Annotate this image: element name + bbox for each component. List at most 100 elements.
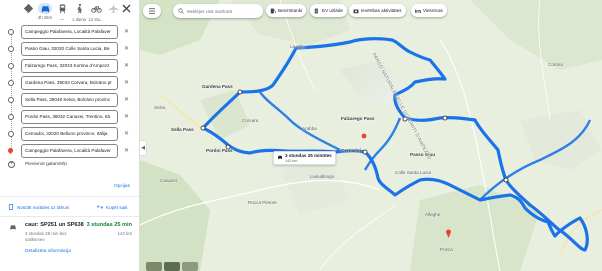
link-icon	[97, 205, 103, 209]
chip-label: Ievērības aktivitātes	[361, 8, 402, 13]
add-destination-label: Pievienot galamērķi	[25, 161, 67, 167]
waypoint-8: Campeggio Palafavera, Località Palafaver…	[0, 144, 139, 158]
waypoint-dot-icon	[8, 63, 14, 69]
waypoint-2: Passo Giau, 32020 Colle Santa Lucia, Be …	[0, 42, 139, 56]
train-icon	[57, 3, 68, 16]
route-traffic-note: 3 stundas 25 min bez satiksmes	[25, 231, 67, 242]
waypoint-input-8[interactable]: Campeggio Palafavera, Località Palafaver	[21, 144, 118, 158]
place-label[interactable]: Arabba	[302, 126, 317, 131]
mode-car[interactable]: 3h 25m	[37, 3, 53, 23]
car-icon	[10, 225, 16, 230]
place-label[interactable]: Sella Pass	[171, 127, 194, 132]
place-label[interactable]: Colle Santa Lucia	[395, 170, 431, 175]
copy-link-label: Kopēt saiti	[106, 204, 128, 210]
place-label[interactable]: Pozza	[440, 247, 453, 252]
add-destination-button[interactable]: + Pievienot galamērķi	[8, 159, 67, 169]
waypoint-dot-icon	[8, 80, 14, 86]
plus-icon: +	[8, 160, 15, 168]
waypoint-dot-icon	[8, 114, 14, 120]
photo-thumbnail[interactable]	[146, 262, 162, 271]
mode-flight[interactable]	[105, 3, 121, 23]
ev-charging-icon	[314, 8, 318, 13]
remove-waypoint-icon[interactable]: ✕	[124, 29, 129, 35]
mode-transit[interactable]: —	[54, 3, 70, 23]
close-icon[interactable]	[121, 3, 132, 14]
route-search-box[interactable]: Meklējiet visā maršrutā	[173, 4, 263, 18]
diamond-icon	[23, 3, 34, 16]
place-label[interactable]: Canazei	[160, 178, 177, 183]
menu-icon	[149, 8, 155, 14]
waypoint-5: Sella Pass, 39048 Selva, Bolcāno provinc…	[0, 93, 139, 107]
route-time-bubble[interactable]: 3 stundas 25 minūtes 142 km	[273, 151, 336, 165]
mode-bike[interactable]: 12 stu...	[88, 3, 104, 23]
waypoint-dot-icon	[8, 46, 14, 52]
mode-walk[interactable]: 1 diena	[71, 3, 87, 23]
chip-hotels[interactable]: Viesnīcas	[411, 4, 447, 17]
waypoint-input-7[interactable]: Cernadoi, 32020 Belluno province, Itālij…	[21, 127, 118, 141]
share-row: Nosūtīt norādes uz tālruni Kopēt saiti	[0, 201, 139, 215]
waypoint-input-3[interactable]: Falzarego Pass, 32043 Kortina d'Ampezz	[21, 59, 118, 73]
chip-label: Benzīntanki	[278, 8, 303, 13]
route-details-link[interactable]: Detalizēta informācija	[25, 249, 71, 254]
waypoint-dot-icon	[8, 131, 14, 137]
send-to-phone-button[interactable]: Nosūtīt norādes uz tālruni	[8, 204, 69, 210]
waypoint-dot-icon	[8, 29, 14, 35]
waypoint-input-5[interactable]: Sella Pass, 39048 Selva, Bolcāno provinc	[21, 93, 118, 107]
car-icon	[278, 155, 282, 159]
place-label[interactable]: Cernadoi	[341, 148, 361, 153]
collapse-panel-button[interactable]: ◀	[140, 140, 147, 156]
photo-strip[interactable]	[146, 262, 198, 271]
place-label[interactable]: Cortina	[548, 62, 563, 67]
place-label[interactable]: Gardena Pass	[202, 84, 233, 89]
waypoint-1: Campeggio Palafavera, Località Palafaver…	[0, 25, 139, 39]
waypoint-dot-icon	[8, 97, 14, 103]
remove-waypoint-icon[interactable]: ✕	[124, 148, 129, 154]
destination-pin-icon	[6, 146, 15, 155]
chip-attractions[interactable]: Ievērības aktivitātes	[349, 4, 406, 17]
place-label[interactable]: La Villa	[290, 44, 305, 49]
place-label[interactable]: Selva	[154, 105, 166, 110]
walk-icon	[74, 3, 85, 16]
waypoint-input-1[interactable]: Campeggio Palafavera, Località Palafaver	[21, 25, 118, 39]
place-label[interactable]: Alleghe	[425, 212, 440, 217]
place-label[interactable]: Livinallongo	[310, 174, 334, 179]
options-link[interactable]: Opcijas	[114, 184, 130, 189]
remove-waypoint-icon[interactable]: ✕	[124, 97, 129, 103]
waypoint-input-4[interactable]: Gardena Pass, 39033 Corvara, Bolcāno pr	[21, 76, 118, 90]
map-view[interactable]: ◀ Meklējiet visā maršrutā Benzīntanki EV…	[140, 0, 602, 271]
waypoint-input-6[interactable]: Pordoi Pass, 38032 Canazei, Trentino, It…	[21, 110, 118, 124]
chip-ev-charging[interactable]: EV uzlāde	[310, 4, 347, 17]
divider	[0, 216, 139, 217]
travel-mode-bar: 3h 25m — 1 diena 12 stu...	[0, 0, 139, 25]
remove-waypoint-icon[interactable]: ✕	[124, 131, 129, 137]
route-duration: 3 stundas 25 min	[86, 222, 132, 228]
mode-best[interactable]	[20, 3, 36, 23]
chip-gas-stations[interactable]: Benzīntanki	[266, 4, 307, 17]
place-label[interactable]: Pordoi Pass	[206, 148, 233, 153]
gas-station-icon	[270, 8, 276, 13]
place-label[interactable]: Corvara	[242, 118, 258, 123]
chip-label: EV uzlāde	[322, 8, 343, 13]
place-label[interactable]: Rocca Pietore	[248, 200, 277, 205]
directions-panel: 3h 25m — 1 diena 12 stu... Campeggio Pal…	[0, 0, 140, 271]
photo-thumbnail[interactable]	[164, 262, 180, 271]
copy-link-button[interactable]: Kopēt saiti	[97, 204, 127, 210]
route-distance: 142 km	[117, 231, 132, 236]
layers-button[interactable]	[143, 4, 161, 18]
photo-thumbnail[interactable]	[182, 262, 198, 271]
plane-icon	[108, 3, 119, 16]
remove-waypoint-icon[interactable]: ✕	[124, 46, 129, 52]
search-placeholder: Meklējiet visā maršrutā	[187, 8, 232, 14]
remove-waypoint-icon[interactable]: ✕	[124, 80, 129, 86]
route-via: caur: SP251 un SP638	[25, 222, 84, 228]
bubble-duration: 3 stundas 25 minūtes	[285, 153, 332, 158]
waypoint-input-2[interactable]: Passo Giau, 32020 Colle Santa Lucia, Be	[21, 42, 118, 56]
remove-waypoint-icon[interactable]: ✕	[124, 114, 129, 120]
remove-waypoint-icon[interactable]: ✕	[124, 63, 129, 69]
mode-car-label: 3h 25m	[38, 15, 52, 20]
bed-icon	[415, 9, 421, 13]
mode-walk-label: 1 diena	[72, 17, 86, 22]
route-option[interactable]: caur: SP251 un SP638 3 stundas 25 min 14…	[0, 218, 139, 271]
place-label[interactable]: Falzarego Pass	[341, 116, 374, 121]
mode-bike-label: 12 stu...	[88, 17, 104, 22]
